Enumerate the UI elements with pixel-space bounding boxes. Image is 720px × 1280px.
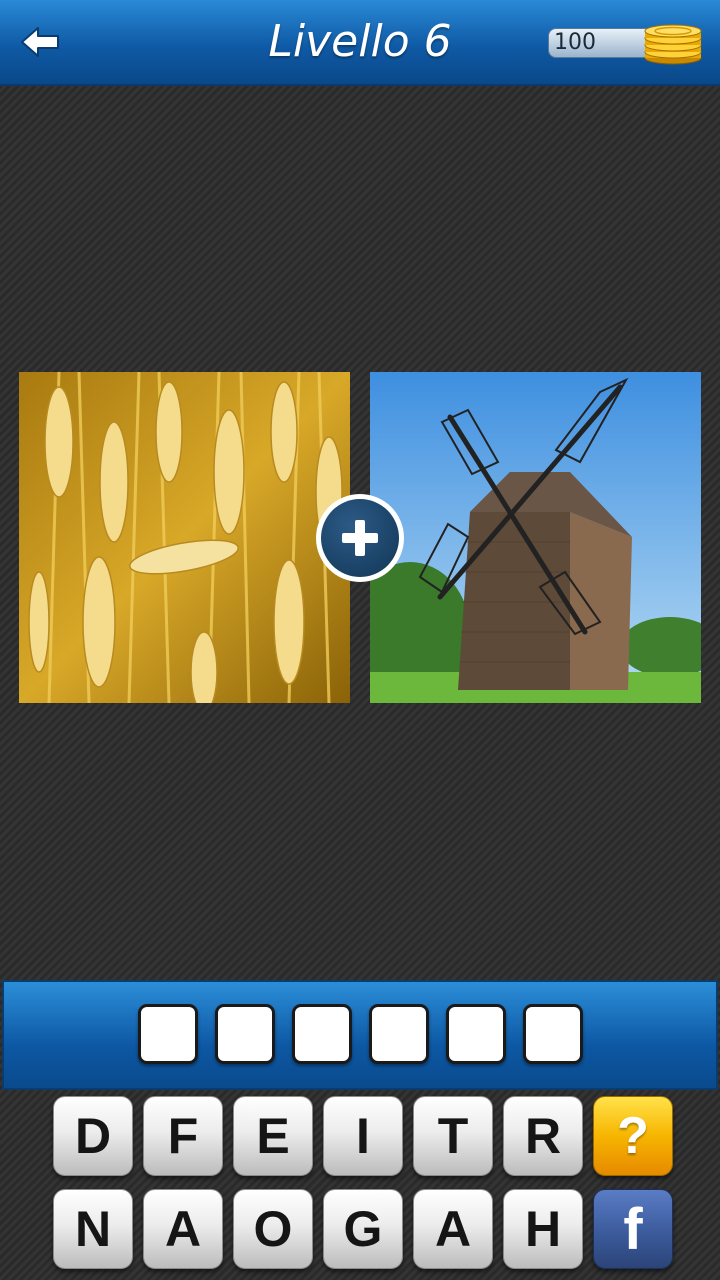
letter-key[interactable]: G bbox=[323, 1189, 403, 1269]
letter-key[interactable]: T bbox=[413, 1096, 493, 1176]
letter-key[interactable]: D bbox=[53, 1096, 133, 1176]
letter-key[interactable]: N bbox=[53, 1189, 133, 1269]
back-button[interactable] bbox=[14, 18, 66, 66]
answer-slot[interactable] bbox=[138, 1004, 198, 1064]
coin-count: 100 bbox=[554, 30, 596, 55]
letter-key[interactable]: E bbox=[233, 1096, 313, 1176]
help-button[interactable]: ? bbox=[593, 1096, 673, 1176]
letter-key[interactable]: A bbox=[143, 1189, 223, 1269]
answer-slot[interactable] bbox=[215, 1004, 275, 1064]
clue-image-windmill bbox=[370, 372, 701, 703]
letter-key[interactable]: R bbox=[503, 1096, 583, 1176]
letter-key[interactable]: H bbox=[503, 1189, 583, 1269]
answer-slot[interactable] bbox=[369, 1004, 429, 1064]
answer-slot[interactable] bbox=[446, 1004, 506, 1064]
plus-icon bbox=[342, 520, 378, 556]
letter-key[interactable]: I bbox=[323, 1096, 403, 1176]
top-bar: Livello 6 100 bbox=[0, 0, 720, 86]
gold-coins-icon bbox=[644, 24, 702, 65]
clue-image-wheat bbox=[19, 372, 350, 703]
answer-slot[interactable] bbox=[523, 1004, 583, 1064]
letter-key[interactable]: F bbox=[143, 1096, 223, 1176]
level-title: Livello 6 bbox=[268, 16, 452, 67]
answer-slot[interactable] bbox=[292, 1004, 352, 1064]
letter-key[interactable]: O bbox=[233, 1189, 313, 1269]
letter-key[interactable]: A bbox=[413, 1189, 493, 1269]
answer-bar bbox=[2, 980, 718, 1090]
plus-badge bbox=[316, 494, 404, 582]
arrow-left-icon bbox=[21, 27, 59, 57]
facebook-share-button[interactable]: f bbox=[593, 1189, 673, 1269]
